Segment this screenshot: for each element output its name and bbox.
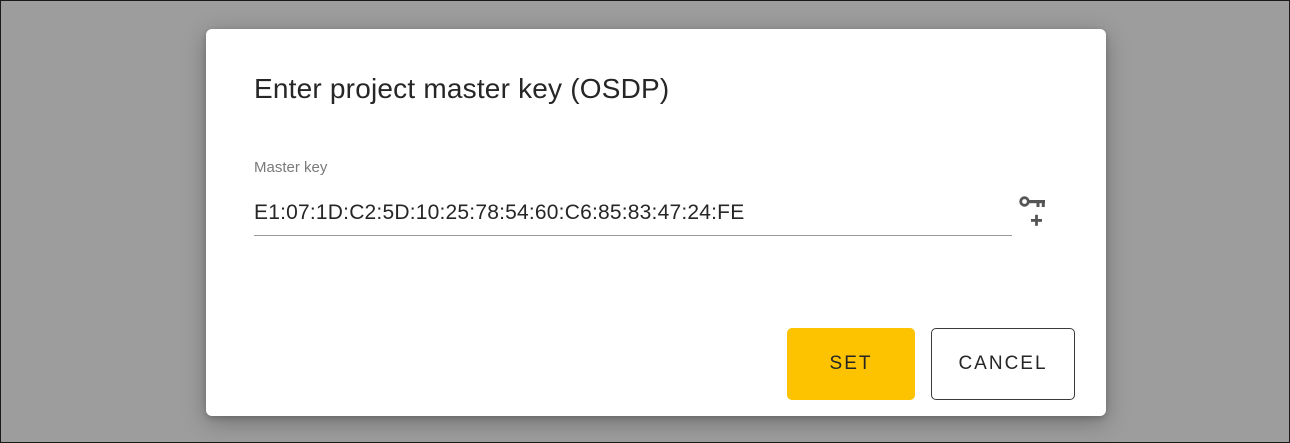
master-key-label: Master key bbox=[254, 159, 328, 176]
cancel-button[interactable]: CANCEL bbox=[931, 328, 1075, 400]
set-button[interactable]: SET bbox=[787, 328, 915, 400]
master-key-dialog: Enter project master key (OSDP) Master k… bbox=[206, 29, 1106, 416]
master-key-field: Master key bbox=[254, 159, 1012, 239]
dialog-title: Enter project master key (OSDP) bbox=[254, 73, 670, 104]
key-plus-icon[interactable] bbox=[1018, 191, 1050, 231]
master-key-input[interactable] bbox=[254, 196, 1012, 236]
